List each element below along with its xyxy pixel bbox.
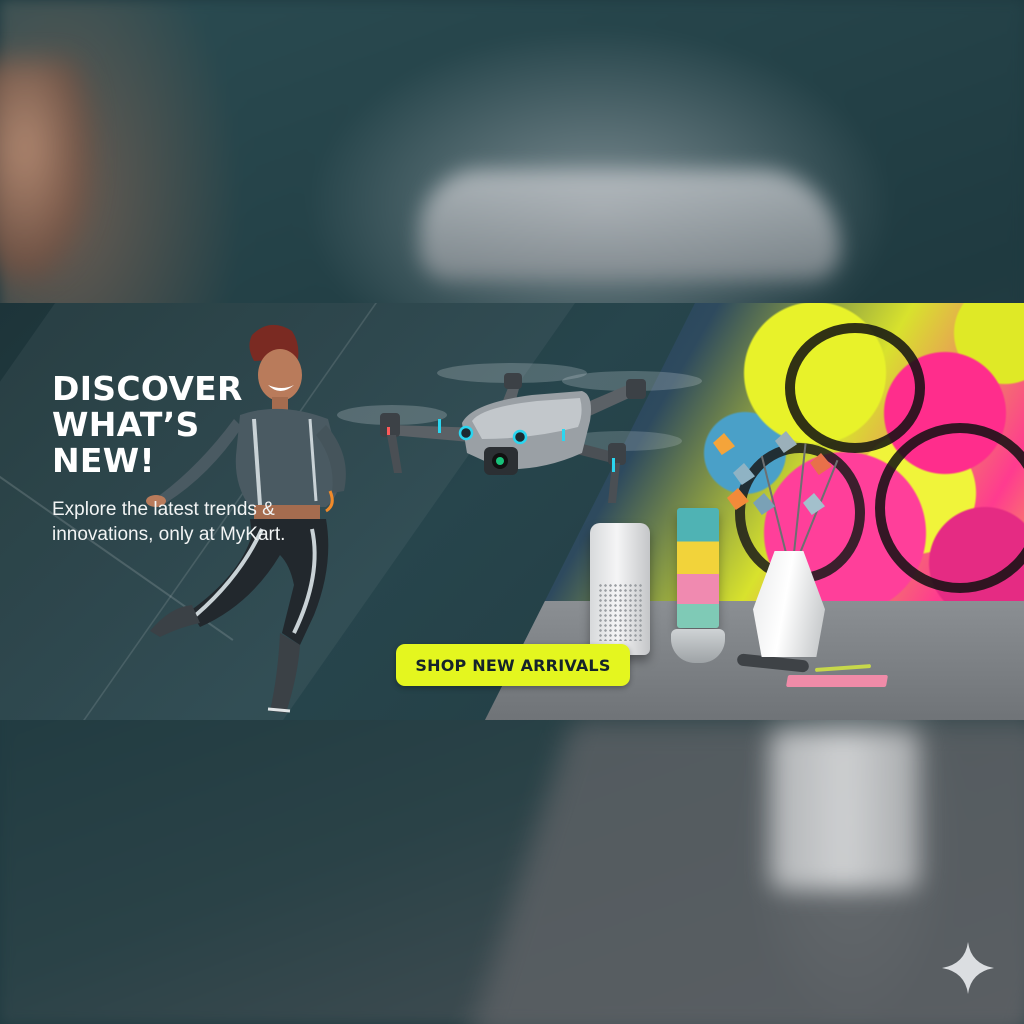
subheadline-line: Explore the latest trends & bbox=[52, 499, 275, 520]
blurred-background-person bbox=[0, 60, 90, 280]
blurred-background-drone bbox=[420, 170, 840, 280]
shop-new-arrivals-button[interactable]: SHOP NEW ARRIVALS bbox=[396, 644, 630, 686]
hero-banner: DISCOVER WHAT’S NEW! Explore the latest … bbox=[0, 303, 1024, 720]
sparkle-icon bbox=[942, 942, 994, 994]
headline: DISCOVER WHAT’S NEW! bbox=[52, 371, 282, 479]
subheadline: Explore the latest trends & innovations,… bbox=[52, 497, 352, 547]
blurred-background-speaker bbox=[770, 730, 920, 890]
headline-line: NEW! bbox=[52, 441, 155, 480]
geometric-tower-decor bbox=[677, 508, 719, 628]
headline-line: DISCOVER bbox=[52, 369, 243, 408]
graffiti-stroke bbox=[785, 323, 925, 453]
notepad bbox=[785, 675, 889, 687]
smart-speaker bbox=[590, 523, 650, 655]
graffiti-stroke bbox=[875, 423, 1024, 593]
subheadline-line: innovations, only at MyKart. bbox=[52, 524, 286, 545]
drone-illustration bbox=[337, 363, 702, 503]
page: DISCOVER WHAT’S NEW! Explore the latest … bbox=[0, 0, 1024, 1024]
headline-line: WHAT’S bbox=[52, 405, 200, 444]
